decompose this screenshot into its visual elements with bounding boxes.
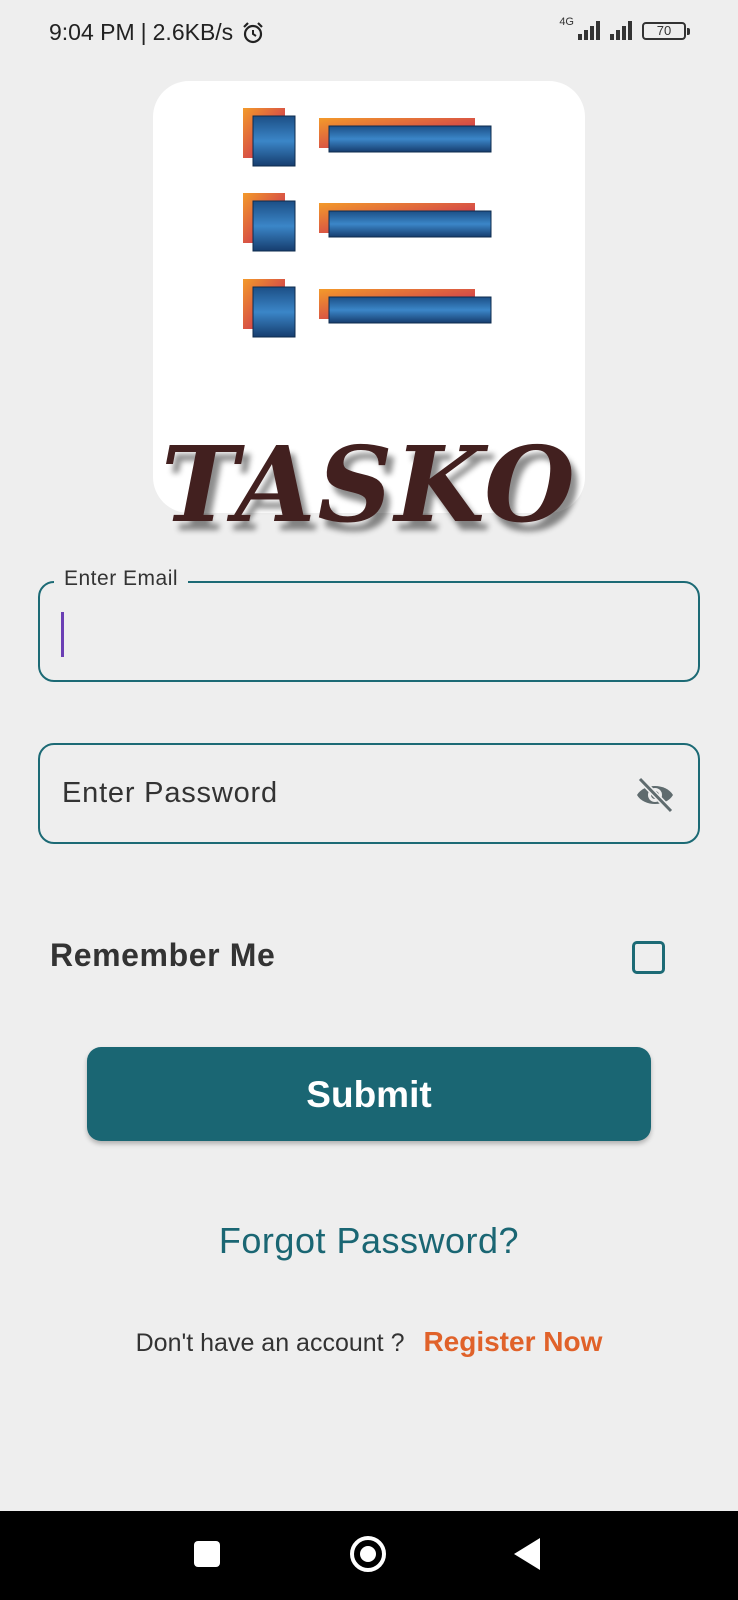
logo-row-1 bbox=[243, 108, 492, 167]
status-net-speed: 2.6KB/s bbox=[152, 19, 234, 45]
remember-me-checkbox[interactable] bbox=[632, 941, 665, 974]
signal-icon bbox=[578, 20, 600, 40]
battery-level: 70 bbox=[656, 23, 672, 38]
battery-icon: 70 bbox=[642, 22, 690, 40]
status-separator: | bbox=[140, 19, 147, 45]
forgot-password-link[interactable]: Forgot Password? bbox=[0, 1220, 738, 1262]
home-icon[interactable] bbox=[350, 1536, 386, 1572]
eye-off-icon[interactable] bbox=[634, 776, 676, 814]
register-now-link[interactable]: Register Now bbox=[423, 1326, 602, 1357]
network-type: 4G bbox=[559, 16, 574, 28]
status-bar: 9:04 PM | 2.6KB/s 4G 70 bbox=[0, 0, 738, 70]
navigation-bar bbox=[0, 1511, 738, 1600]
status-time: 9:04 PM bbox=[49, 19, 135, 45]
signal-icon-2 bbox=[610, 20, 632, 40]
logo-row-3 bbox=[243, 279, 492, 338]
register-row: Don't have an account ? Register Now bbox=[0, 1326, 738, 1358]
status-left: 9:04 PM | 2.6KB/s bbox=[49, 19, 265, 46]
email-field[interactable]: Enter Email bbox=[38, 567, 700, 682]
password-placeholder: Enter Password bbox=[62, 777, 278, 809]
alarm-icon bbox=[243, 21, 263, 43]
email-label: Enter Email bbox=[54, 567, 189, 591]
recent-apps-icon[interactable] bbox=[194, 1541, 220, 1567]
password-field[interactable]: Enter Password bbox=[38, 743, 700, 844]
no-account-text: Don't have an account ? bbox=[135, 1329, 405, 1357]
text-cursor bbox=[61, 612, 64, 657]
status-right: 4G 70 bbox=[559, 16, 690, 40]
logo-row-2 bbox=[243, 193, 492, 252]
list-logo-graphic bbox=[243, 108, 492, 338]
remember-me-label: Remember Me bbox=[50, 937, 276, 973]
back-icon[interactable] bbox=[514, 1538, 540, 1570]
logo-text: TASKO bbox=[161, 423, 577, 546]
app-logo: TASKO bbox=[153, 81, 585, 537]
submit-button[interactable]: Submit bbox=[87, 1047, 651, 1141]
